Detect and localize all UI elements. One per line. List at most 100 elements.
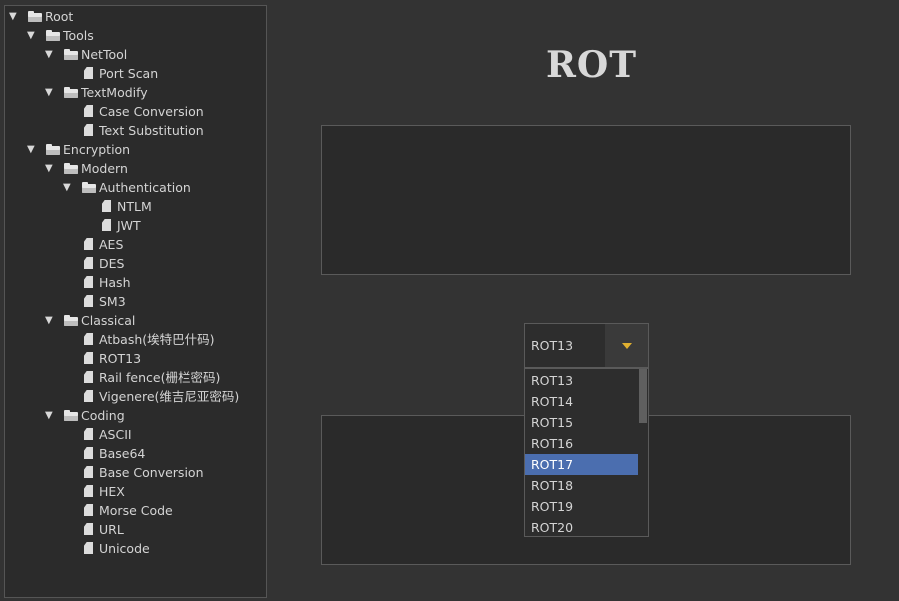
tree-item-label: SM3 — [99, 294, 126, 309]
folder-icon — [63, 311, 81, 330]
expand-toggle-icon[interactable]: ▼ — [27, 140, 45, 159]
dropdown-option[interactable]: ROT19 — [525, 496, 638, 517]
expand-toggle-icon[interactable]: ▼ — [9, 7, 27, 26]
tree-item[interactable]: ▼ Encryption — [27, 140, 130, 159]
tree-item[interactable]: Unicode — [63, 539, 150, 558]
expand-toggle-icon[interactable]: ▼ — [45, 45, 63, 64]
tree-item[interactable]: ▼ Root — [9, 7, 73, 26]
dropdown-option[interactable]: ROT18 — [525, 475, 638, 496]
tree-item-label: Classical — [81, 313, 136, 328]
file-icon — [81, 501, 99, 520]
tree-item[interactable]: ▼ NetTool — [45, 45, 127, 64]
file-icon — [81, 292, 99, 311]
expand-toggle-icon[interactable]: ▼ — [45, 83, 63, 102]
file-icon — [81, 102, 99, 121]
tree-item-label: Morse Code — [99, 503, 173, 518]
rot-dropdown-list[interactable]: ROT13 ROT14 ROT15 ROT16 ROT17 ROT18 ROT19 ROT20 — [524, 368, 649, 537]
tree-item-label: Modern — [81, 161, 128, 176]
folder-icon — [63, 45, 81, 64]
file-icon — [81, 387, 99, 406]
expand-toggle-icon[interactable]: ▼ — [45, 311, 63, 330]
file-icon — [81, 482, 99, 501]
tree-item-label: Hash — [99, 275, 131, 290]
folder-icon — [81, 178, 99, 197]
tree-item[interactable]: Port Scan — [63, 64, 158, 83]
tree-item[interactable]: DES — [63, 254, 124, 273]
dropdown-option[interactable]: ROT15 — [525, 412, 638, 433]
tree-item[interactable]: ROT13 — [63, 349, 141, 368]
tree-item[interactable]: Base64 — [63, 444, 145, 463]
tree-item[interactable]: NTLM — [81, 197, 152, 216]
tree-item-label: Root — [45, 9, 74, 24]
expand-toggle-icon[interactable]: ▼ — [27, 26, 45, 45]
dropdown-scrollbar[interactable] — [638, 369, 648, 536]
file-icon — [81, 539, 99, 558]
tree-item[interactable]: URL — [63, 520, 124, 539]
expand-toggle-icon[interactable]: ▼ — [45, 159, 63, 178]
tree-item[interactable]: JWT — [81, 216, 141, 235]
tree-item-label: TextModify — [81, 85, 148, 100]
tree-item[interactable]: SM3 — [63, 292, 126, 311]
dropdown-option[interactable]: ROT13 — [525, 370, 638, 391]
tree-item[interactable]: ▼ Authentication — [63, 178, 191, 197]
tree-item-label: Rail fence(栅栏密码) — [99, 370, 221, 385]
dropdown-option[interactable]: ROT14 — [525, 391, 638, 412]
file-icon — [81, 520, 99, 539]
tree-item[interactable]: ▼ TextModify — [45, 83, 148, 102]
tree-item[interactable]: Hash — [63, 273, 131, 292]
tree-item-label: Authentication — [99, 180, 191, 195]
rot-select[interactable]: ROT13 — [524, 323, 649, 368]
expand-toggle-icon[interactable]: ▼ — [45, 406, 63, 425]
tree-item[interactable]: ▼ Modern — [45, 159, 128, 178]
file-icon — [99, 216, 117, 235]
tree-item-label: Unicode — [99, 541, 150, 556]
folder-icon — [45, 140, 63, 159]
chevron-down-icon[interactable] — [605, 324, 648, 367]
tree-item[interactable]: Rail fence(栅栏密码) — [63, 368, 220, 387]
tree-item[interactable]: ASCII — [63, 425, 132, 444]
file-icon — [81, 463, 99, 482]
folder-icon — [63, 83, 81, 102]
tree-item-label: Text Substitution — [99, 123, 204, 138]
tree-item-label: Vigenere(维吉尼亚密码) — [99, 389, 240, 404]
file-icon — [81, 444, 99, 463]
expand-toggle-icon[interactable]: ▼ — [63, 178, 81, 197]
tree-item[interactable]: Atbash(埃特巴什码) — [63, 330, 215, 349]
tree-item-label: DES — [99, 256, 125, 271]
folder-icon — [63, 159, 81, 178]
folder-icon — [27, 7, 45, 26]
input-textarea[interactable] — [321, 125, 851, 275]
rot-select-value: ROT13 — [531, 338, 574, 353]
file-icon — [99, 197, 117, 216]
tree-item-label: Port Scan — [99, 66, 159, 81]
file-icon — [81, 349, 99, 368]
tree-item[interactable]: ▼ Classical — [45, 311, 135, 330]
tree-item[interactable]: Vigenere(维吉尼亚密码) — [63, 387, 239, 406]
tree-item[interactable]: Base Conversion — [63, 463, 204, 482]
tree-item[interactable]: Case Conversion — [63, 102, 204, 121]
tree-item[interactable]: Text Substitution — [63, 121, 204, 140]
tree-item[interactable]: HEX — [63, 482, 125, 501]
tree-item[interactable]: ▼ Coding — [45, 406, 125, 425]
navigation-tree[interactable]: ▼ Root ▼ Tools ▼ NetTool Port Scan ▼ TextModify C… — [4, 5, 267, 598]
dropdown-option[interactable]: ROT17 — [525, 454, 638, 475]
file-icon — [81, 254, 99, 273]
page-title: ROT — [546, 44, 638, 86]
tree-item[interactable]: ▼ Tools — [27, 26, 94, 45]
dropdown-option[interactable]: ROT16 — [525, 433, 638, 454]
tree-item-label: JWT — [117, 218, 141, 233]
folder-icon — [63, 406, 81, 425]
file-icon — [81, 121, 99, 140]
file-icon — [81, 330, 99, 349]
tree-item-label: URL — [99, 522, 124, 537]
tree-item-label: AES — [99, 237, 124, 252]
tree-item-label: Atbash(埃特巴什码) — [99, 332, 215, 347]
tree-item[interactable]: Morse Code — [63, 501, 173, 520]
tree-item[interactable]: AES — [63, 235, 123, 254]
tree-item-label: NetTool — [81, 47, 128, 62]
tree-item-label: Tools — [63, 28, 94, 43]
file-icon — [81, 273, 99, 292]
dropdown-option[interactable]: ROT20 — [525, 517, 638, 538]
dropdown-scrollbar-thumb[interactable] — [639, 369, 647, 423]
tree-item-label: Coding — [81, 408, 125, 423]
